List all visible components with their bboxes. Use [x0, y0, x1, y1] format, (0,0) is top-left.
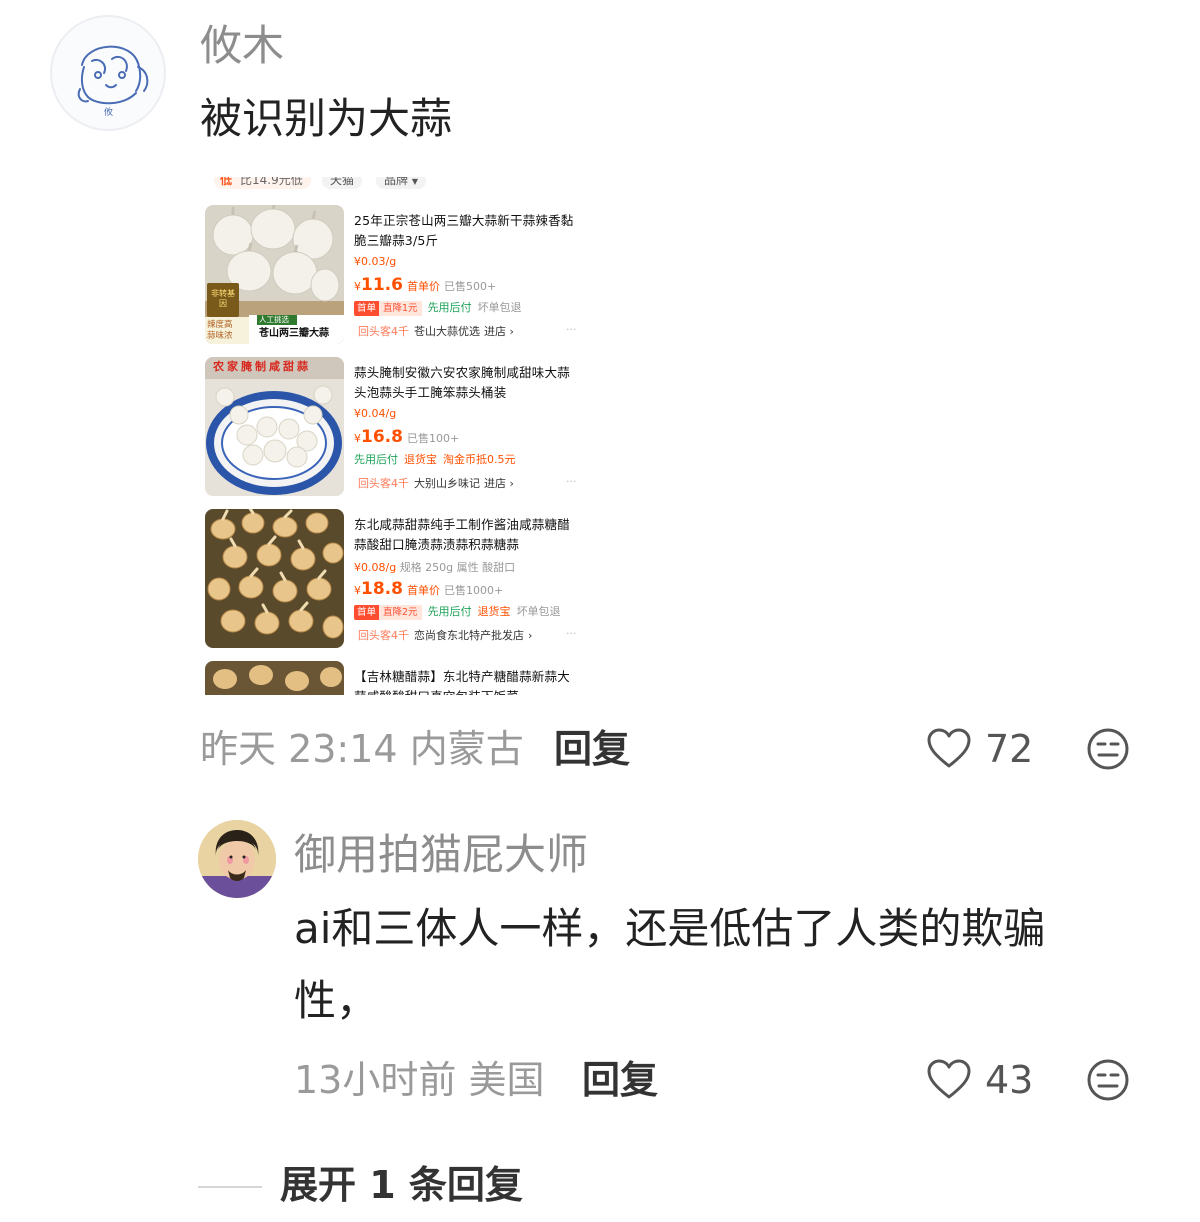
- comment-image[interactable]: 低 比14.9元低 天猫 品牌 ▼ 非转基因 辣度高 蒜味浓 人工挑选 苍山两三…: [200, 177, 590, 695]
- product-title: 蒜头腌制安徽六安农家腌制咸甜味大蒜头泡蒜头手工腌笨蒜头桶装: [354, 365, 570, 400]
- product-title: 【吉林糖醋蒜】东北特产糖醋蒜新蒜大蒜咸酸酸甜口真空包装下饭菜: [354, 669, 570, 695]
- reply-button[interactable]: 回复: [554, 730, 630, 768]
- reply-avatar[interactable]: [198, 820, 276, 898]
- user-avatar[interactable]: 攸: [50, 15, 166, 131]
- unit-price: ¥0.08/g 规格 250g 属性 酸甜口: [354, 561, 516, 574]
- low-price-icon: 低: [220, 177, 233, 187]
- comment-meta: 昨天 23:14 内蒙古: [200, 727, 524, 771]
- unit-price: ¥0.04/g: [354, 407, 397, 420]
- product-thumbnail: [205, 509, 344, 648]
- comment-text: 被识别为大蒜: [200, 94, 453, 143]
- shop-row: 回头客4千 大别山乡味记 进店 › ···: [358, 475, 577, 490]
- expand-divider: [198, 1186, 262, 1188]
- neutral-face-icon[interactable]: [1086, 727, 1130, 771]
- product-thumbnail: 非转基因 辣度高 蒜味浓 人工挑选 苍山两三瓣大蒜: [205, 205, 344, 344]
- cartoon-man-avatar-icon: [198, 820, 276, 898]
- price-filter-chip: 低 比14.9元低: [214, 177, 311, 189]
- more-icon: ···: [566, 475, 577, 488]
- chevron-down-icon: ▼: [411, 177, 418, 186]
- neutral-face-icon[interactable]: [1086, 1058, 1130, 1102]
- reply-meta: 13小时前 美国: [294, 1058, 545, 1102]
- reply-text-line1: ai和三体人一样，还是低估了人类的欺骗: [294, 904, 1046, 953]
- promo-tags: 首单 直降2元 先用后付 退货宝 坏单包退: [354, 603, 561, 620]
- promo-tags: 首单 直降1元 先用后付 坏单包退: [354, 299, 522, 316]
- unit-price: ¥0.03/g: [354, 255, 397, 268]
- product-thumbnail: [205, 661, 344, 695]
- tmall-filter-chip: 天猫: [322, 177, 363, 189]
- product-thumbnail: 农家腌制咸甜蒜: [205, 357, 344, 496]
- product-card: 【吉林糖醋蒜】东北特产糖醋蒜新蒜大蒜咸酸酸甜口真空包装下饭菜: [200, 661, 590, 695]
- product-card: 农家腌制咸甜蒜 蒜头腌制安徽六安农家腌制咸甜味大蒜头泡蒜头手工腌笨蒜头桶装 ¥0…: [200, 357, 590, 505]
- product-card: 东北咸蒜甜蒜纯手工制作酱油咸蒜糖醋蒜酸甜口腌渍蒜渍蒜积蒜糖蒜 ¥0.08/g 规…: [200, 509, 590, 657]
- sketch-avatar-icon: 攸: [77, 45, 149, 118]
- price-row: ¥11.6 首单价 已售500+: [354, 275, 497, 295]
- product-title: 东北咸蒜甜蒜纯手工制作酱油咸蒜糖醋蒜酸甜口腌渍蒜渍蒜积蒜糖蒜: [354, 517, 570, 552]
- more-icon: ···: [566, 627, 577, 640]
- product-card: 非转基因 辣度高 蒜味浓 人工挑选 苍山两三瓣大蒜 25年正宗苍山两三瓣大蒜新干…: [200, 205, 590, 353]
- price-row: ¥16.8 已售100+: [354, 427, 460, 447]
- more-icon: ···: [566, 323, 577, 336]
- like-count: 72: [985, 727, 1034, 771]
- promo-tags: 先用后付 退货宝 淘金币抵0.5元: [354, 453, 516, 466]
- brand-filter-chip: 品牌 ▼: [376, 177, 426, 189]
- reply-text-line2: 性，: [294, 976, 379, 1025]
- reply-button[interactable]: 回复: [582, 1061, 658, 1099]
- expand-replies-button[interactable]: 展开 1 条回复: [280, 1166, 523, 1204]
- shop-row: 回头客4千 恋尚食东北特产批发店 › ···: [358, 627, 577, 642]
- shop-row: 回头客4千 苍山大蒜优选 进店 › ···: [358, 323, 577, 338]
- heart-icon[interactable]: [926, 727, 972, 769]
- comment-username[interactable]: 攸木: [200, 25, 284, 67]
- svg-text:攸: 攸: [104, 106, 113, 118]
- reply-username[interactable]: 御用拍猫屁大师: [294, 834, 588, 876]
- filter-bar: 低 比14.9元低 天猫 品牌 ▼: [200, 177, 590, 191]
- product-title: 25年正宗苍山两三瓣大蒜新干蒜辣香黏脆三瓣蒜3/5斤: [354, 213, 574, 248]
- like-count: 43: [985, 1058, 1034, 1102]
- heart-icon[interactable]: [926, 1058, 972, 1100]
- price-row: ¥18.8 首单价 已售1000+: [354, 579, 504, 599]
